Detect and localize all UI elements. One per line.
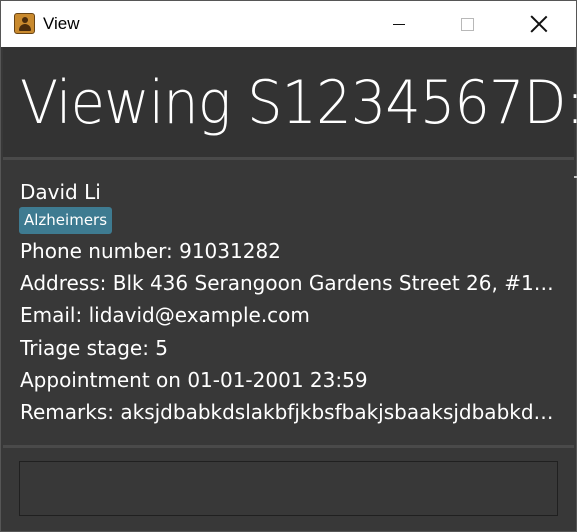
- triage-stage: Triage stage: 5: [20, 336, 169, 360]
- view-header: Viewing S1234567D:: [3, 47, 577, 157]
- bottom-panel: [3, 448, 574, 531]
- address: Address: Blk 436 Serangoon Gardens Stree…: [20, 271, 558, 295]
- person-details-panel: David Li Alzheimers Phone number: 910312…: [3, 160, 574, 445]
- minimize-button[interactable]: [371, 1, 429, 47]
- maximize-icon: [461, 18, 474, 31]
- remarks: Remarks: aksjdbabkdslakbfjkbsfbakjsbaaks…: [20, 400, 558, 424]
- email: Email: lidavid@example.com: [20, 303, 310, 327]
- person-name: David Li: [20, 180, 101, 204]
- tag-badge: Alzheimers: [19, 207, 113, 234]
- close-icon: [530, 15, 548, 33]
- window-title: View: [43, 14, 80, 33]
- minimize-icon: [393, 24, 405, 25]
- title-bar[interactable]: View: [1, 1, 576, 47]
- result-display-box[interactable]: [19, 461, 558, 516]
- close-button[interactable]: [511, 1, 569, 47]
- maximize-button[interactable]: [441, 1, 499, 47]
- appointment: Appointment on 01-01-2001 23:59: [20, 368, 368, 392]
- phone-number: Phone number: 91031282: [20, 239, 281, 263]
- contact-book-icon: [14, 13, 35, 34]
- page-title: Viewing S1234567D:: [20, 68, 577, 138]
- view-window: View Viewing S1234567D: David Li Alzheim…: [0, 0, 577, 532]
